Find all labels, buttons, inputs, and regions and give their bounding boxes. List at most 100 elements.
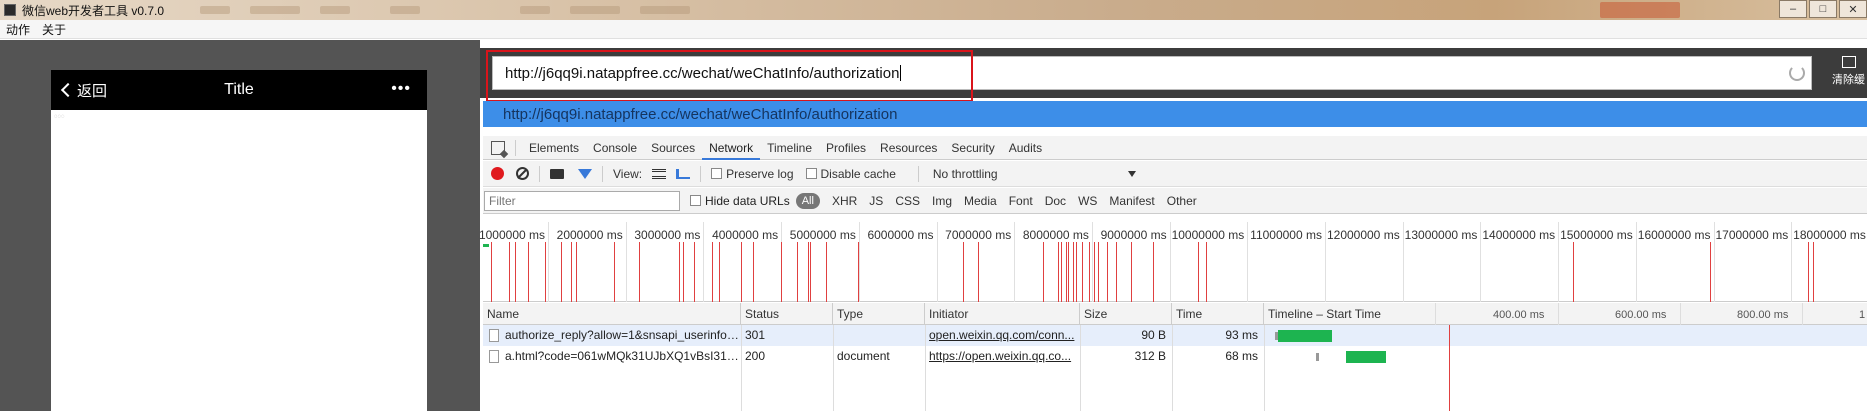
type-filter-font[interactable]: Font (1003, 194, 1039, 208)
blurred-region (200, 6, 230, 14)
url-suggestion[interactable]: http://j6qq9i.natappfree.cc/wechat/weCha… (483, 101, 1867, 127)
overview-request-mark (1198, 242, 1199, 302)
blurred-region (250, 6, 300, 14)
column-time[interactable]: Time (1172, 303, 1264, 325)
overview-request-mark (694, 242, 695, 302)
blurred-badge (1600, 2, 1680, 18)
divider (602, 165, 603, 182)
hide-data-urls-toggle[interactable]: Hide data URLs (690, 194, 790, 208)
tab-audits[interactable]: Audits (1002, 136, 1049, 160)
column-initiator[interactable]: Initiator (925, 303, 1080, 325)
overview-request-mark (1131, 242, 1132, 302)
overview-request-mark (1808, 242, 1809, 302)
list-view-icon[interactable] (652, 168, 667, 179)
tab-network[interactable]: Network (702, 136, 761, 160)
window-title: 微信web开发者工具 v0.7.0 (22, 3, 165, 18)
type-filter-ws[interactable]: WS (1072, 194, 1103, 208)
throttling-select[interactable]: No throttling (933, 167, 1136, 181)
tab-console[interactable]: Console (586, 136, 644, 160)
overview-request-mark (1076, 242, 1077, 302)
overview-tick (1713, 222, 1715, 302)
chevron-left-icon (60, 82, 76, 98)
filter-icon[interactable] (578, 168, 592, 179)
scale-gridline (1558, 303, 1559, 325)
disable-cache-toggle[interactable]: Disable cache (805, 166, 896, 181)
file-icon (489, 329, 499, 342)
network-overview[interactable]: 1000000 ms 2000000 ms 3000000 ms 4000000 ms… (479, 222, 1867, 302)
record-icon[interactable] (491, 167, 504, 180)
overview-request-mark (639, 242, 640, 302)
close-button[interactable]: ✕ (1839, 0, 1867, 18)
type-filter-doc[interactable]: Doc (1039, 194, 1072, 208)
filter-input[interactable] (484, 190, 680, 211)
overview-request-mark (1068, 242, 1069, 302)
overview-request-mark (1573, 242, 1574, 302)
page-placeholder-text: ◌◌◌ (54, 114, 65, 120)
overview-request-mark (528, 242, 529, 302)
clear-cache-button[interactable]: 清除缓 (1830, 56, 1867, 90)
type-filter-xhr[interactable]: XHR (826, 194, 863, 208)
overview-tick (1169, 222, 1171, 302)
tab-profiles[interactable]: Profiles (819, 136, 873, 160)
request-row[interactable]: a.html?code=061wMQk31UJbXQ1vBsI31JLNk31w… (483, 346, 1867, 367)
overview-request-mark (545, 242, 546, 302)
overview-request-mark (712, 242, 713, 302)
overview-request-mark (781, 242, 782, 302)
maximize-button[interactable]: □ (1809, 0, 1837, 18)
type-filter-css[interactable]: CSS (889, 194, 926, 208)
preserve-log-toggle[interactable]: Preserve log (711, 167, 794, 181)
overview-request-mark (491, 242, 492, 302)
inspect-element-icon[interactable] (491, 140, 505, 155)
scale-label: 800.00 ms (1737, 309, 1789, 321)
disable-cache-label: Disable cache (820, 166, 896, 181)
more-menu-button[interactable]: ••• (391, 81, 411, 97)
overview-tick-label: 5000000 ms (789, 228, 856, 242)
tab-sources[interactable]: Sources (644, 136, 702, 160)
disable-cache-checkbox[interactable] (805, 168, 817, 179)
overview-tick (1635, 222, 1637, 302)
throttling-value: No throttling (932, 166, 998, 181)
tab-security[interactable]: Security (944, 136, 1001, 160)
column-size[interactable]: Size (1080, 303, 1172, 325)
overview-request-mark (1094, 242, 1095, 302)
request-type: document (837, 349, 890, 363)
request-initiator[interactable]: open.weixin.qq.com/conn... (925, 325, 1080, 346)
blurred-region (320, 6, 350, 14)
overview-tick-label: 14000000 ms (1482, 228, 1556, 242)
window-title-bar: 微信web开发者工具 v0.7.0 – □ ✕ (0, 0, 1867, 20)
back-button[interactable]: 返回 (59, 80, 107, 101)
waterfall-view-icon[interactable] (676, 168, 691, 179)
overview-tick (703, 222, 705, 302)
tab-resources[interactable]: Resources (873, 136, 944, 160)
tab-elements[interactable]: Elements (522, 136, 586, 160)
hide-data-urls-checkbox[interactable] (690, 195, 701, 206)
overview-request-mark (1710, 242, 1711, 302)
column-type[interactable]: Type (833, 303, 925, 325)
tab-timeline[interactable]: Timeline (760, 136, 819, 160)
request-row[interactable]: authorize_reply?allow=1&snsapi_userinfo=… (483, 325, 1867, 346)
minimize-button[interactable]: – (1779, 0, 1807, 18)
reload-icon[interactable] (1789, 65, 1805, 81)
overview-request-mark (810, 242, 811, 302)
type-filter-other[interactable]: Other (1161, 194, 1203, 208)
menu-item-actions[interactable]: 动作 (6, 21, 30, 38)
camera-icon[interactable] (550, 168, 564, 179)
type-filter-media[interactable]: Media (958, 194, 1003, 208)
type-filter-manifest[interactable]: Manifest (1103, 194, 1160, 208)
request-status: 301 (745, 328, 766, 342)
request-initiator[interactable]: https://open.weixin.qq.co... (925, 346, 1080, 367)
column-status[interactable]: Status (741, 303, 833, 325)
menu-item-about[interactable]: 关于 (42, 21, 66, 38)
column-name[interactable]: Name (483, 303, 741, 325)
overview-request-mark (719, 242, 720, 302)
column-timeline[interactable]: Timeline – Start Time (1264, 303, 1394, 325)
overview-request-mark (1089, 242, 1090, 302)
type-filter-js[interactable]: JS (863, 194, 889, 208)
type-filter-all[interactable]: All (795, 192, 820, 209)
phone-body: ◌◌◌ (51, 110, 427, 411)
overview-request-mark (1116, 242, 1117, 302)
scale-gridline (1680, 303, 1681, 325)
preserve-log-checkbox[interactable] (711, 168, 723, 179)
clear-icon[interactable] (516, 167, 529, 180)
type-filter-img[interactable]: Img (926, 194, 958, 208)
